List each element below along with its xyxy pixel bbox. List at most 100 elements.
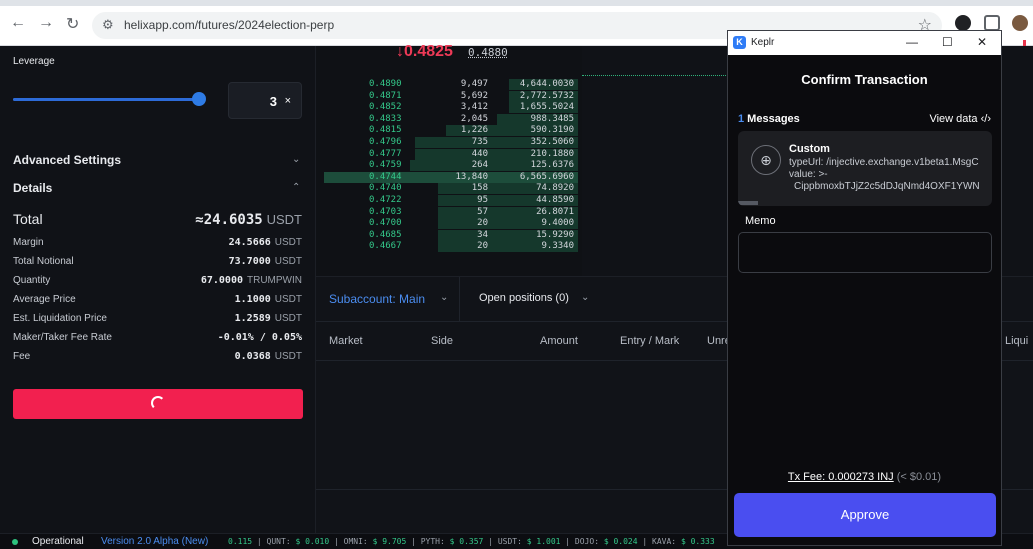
message-card[interactable]: ⊕ Custom typeUrl: /injective.exchange.v1… (738, 131, 992, 206)
ticker-price: $ 0.333 (680, 537, 715, 546)
close-icon[interactable]: ✕ (977, 35, 987, 49)
message-type: Custom (789, 143, 830, 155)
orderbook-row[interactable]: 0.4871 5,692 2,772.5732 (324, 90, 578, 102)
version-link[interactable]: Version 2.0 Alpha (New) (101, 536, 208, 547)
advanced-settings-toggle[interactable]: Advanced Settings (13, 153, 121, 167)
planet-icon: ⊕ (751, 145, 781, 175)
tab-strip (0, 0, 1033, 6)
view-data-button[interactable]: View data ‹/› (929, 113, 991, 125)
chevron-down-icon[interactable]: ⌄ (440, 292, 448, 303)
details-toggle[interactable]: Details (13, 181, 52, 195)
orderbook-row[interactable]: 0.4722 95 44.8590 (324, 195, 578, 206)
orderbook-row[interactable]: 0.4703 57 26.8071 (324, 206, 578, 218)
orderbook-price: 0.4722 (369, 195, 402, 205)
ticker-symbol: OMNI: (343, 537, 368, 546)
orderbook-total: 988.3485 (530, 113, 574, 124)
chevron-down-icon[interactable]: ⌄ (581, 292, 589, 303)
orderbook-row[interactable]: 0.4852 3,412 1,655.5024 (324, 102, 578, 114)
approve-button[interactable]: Approve (734, 493, 996, 537)
memo-input[interactable] (738, 232, 992, 273)
ticker-price: $ 1.001 (526, 537, 561, 546)
detail-number: -0.01% / 0.05% (217, 332, 302, 343)
divider (459, 277, 460, 321)
orderbook-row[interactable]: 0.4833 2,045 988.3485 (324, 113, 578, 125)
messages-label: Messages (744, 113, 800, 125)
tab-open-positions[interactable]: Open positions (0) (479, 292, 569, 304)
orderbook-total: 352.5060 (530, 137, 574, 147)
back-arrow-icon[interactable]: ← (10, 14, 26, 32)
orderbook-row[interactable]: 0.4667 20 9.3340 (324, 241, 578, 253)
submit-order-button[interactable] (13, 389, 303, 419)
orderbook-size: 264 (471, 160, 488, 171)
orderbook-row[interactable]: 0.4685 34 15.9290 (324, 229, 578, 241)
orderbook-row[interactable]: 0.4796 735 352.5060 (324, 137, 578, 148)
detail-unit: TRUMPWIN (247, 275, 302, 286)
orderbook-total: 125.6376 (530, 160, 574, 171)
ticker-symbol: QUNT: (266, 537, 291, 546)
forward-arrow-icon[interactable]: → (38, 14, 54, 32)
detail-label: Quantity (13, 275, 51, 286)
column-header-liquidation: Liqui (1005, 335, 1029, 347)
orderbook-total: 210.1880 (530, 148, 574, 159)
last-trade-price: ↓0.4825 (396, 43, 453, 60)
orderbook-row[interactable]: 0.4890 9,497 4,644.0030 (324, 79, 578, 90)
extension-icon[interactable] (955, 15, 971, 31)
tx-fee-usd: (< $0.01) (893, 471, 942, 483)
orderbook-price: 0.4700 (369, 218, 402, 229)
orderbook-row[interactable]: 0.4815 1,226 590.3190 (324, 125, 578, 137)
keplr-titlebar: K Keplr — ☐ ✕ (728, 31, 1001, 55)
chevron-up-icon[interactable]: ⌃ (292, 182, 300, 193)
orderbook-price: 0.4744 (369, 171, 402, 182)
orderbook-price: 0.4759 (369, 160, 402, 171)
leverage-slider[interactable] (13, 98, 205, 101)
detail-unit: USDT (274, 351, 302, 362)
leverage-value: 3 (269, 94, 277, 109)
orderbook-price: 0.4667 (369, 241, 402, 252)
orderbook-price: 0.4815 (369, 125, 402, 136)
order-panel: Leverage 3 × Advanced Settings ⌄ Details… (0, 46, 316, 533)
orderbook-size: 1,226 (460, 125, 488, 136)
orderbook-total: 15.9290 (536, 229, 574, 240)
orderbook-total: 44.8590 (536, 195, 574, 205)
subaccount-selector[interactable]: Subaccount: Main (329, 292, 425, 306)
orderbook-row[interactable]: 0.4759 264 125.6376 (324, 160, 578, 172)
orderbook-row[interactable]: 0.4777 440 210.1880 (324, 148, 578, 160)
total-amount: ≈24.6035 (195, 212, 263, 228)
leverage-input[interactable]: 3 × (228, 82, 302, 119)
orderbook-row[interactable]: 0.4700 20 9.4000 (324, 218, 578, 230)
ticker-price: $ 0.024 (603, 537, 638, 546)
orderbook-price: 0.4890 (369, 79, 402, 89)
ticker-symbol: KAVA: (652, 537, 677, 546)
keplr-window: K Keplr — ☐ ✕ Confirm Transaction 1 Mess… (727, 30, 1002, 546)
orderbook-size: 95 (477, 195, 488, 205)
puzzle-extensions-icon[interactable] (984, 15, 1000, 31)
ticker-price: $ 0.357 (449, 537, 484, 546)
orderbook-size: 20 (477, 218, 488, 229)
orderbook-size: 13,840 (455, 171, 488, 182)
orderbook-price: 0.4852 (369, 102, 402, 113)
orderbook-row[interactable]: 0.4740 158 74.8920 (324, 183, 578, 195)
detail-number: 73.7000 (228, 256, 271, 267)
minimize-icon[interactable]: — (906, 35, 918, 49)
orderbook-row[interactable]: 0.4744 13,840 6,565.6960 (324, 171, 578, 183)
tx-fee[interactable]: Tx Fee: 0.000273 INJ (< $0.01) (728, 471, 1001, 483)
reload-icon[interactable]: ↻ (66, 14, 79, 34)
detail-unit: USDT (274, 294, 302, 305)
orderbook-size: 440 (471, 148, 488, 159)
orderbook-size: 2,045 (460, 113, 488, 124)
keplr-logo-icon: K (733, 36, 746, 49)
detail-number: 1.2589 (234, 313, 271, 324)
profile-avatar[interactable] (1012, 15, 1028, 31)
status-dot-icon (12, 539, 18, 545)
detail-value: -0.01% / 0.05% (218, 332, 302, 343)
site-settings-icon[interactable]: ⚙ (102, 17, 114, 33)
detail-label: Est. Liquidation Price (13, 313, 107, 324)
message-typeurl: typeUrl: /injective.exchange.v1beta1.Msg… (789, 157, 979, 168)
messages-count: 1 Messages (738, 113, 800, 125)
detail-value: 73.7000 USDT (229, 256, 302, 267)
leverage-slider-thumb[interactable] (192, 92, 206, 106)
message-value-data: CippbmoxbTJjZ2c5dDJqNmd4OXF1YWN (794, 181, 980, 192)
chevron-down-icon[interactable]: ⌄ (292, 154, 300, 165)
maximize-icon[interactable]: ☐ (942, 35, 953, 49)
horizontal-scrollbar[interactable] (738, 201, 758, 205)
